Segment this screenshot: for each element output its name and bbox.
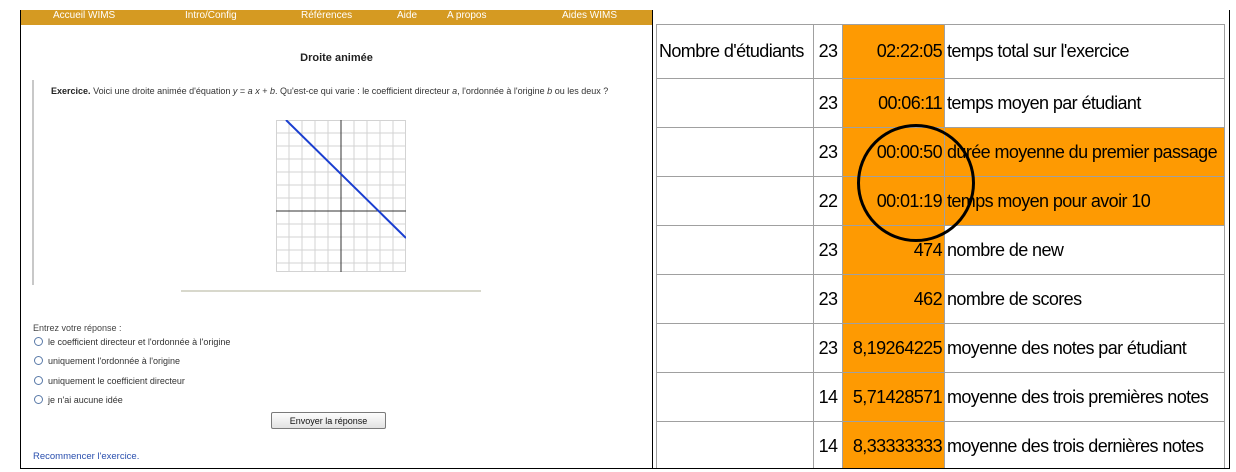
stat-value: 8,19264225 — [842, 323, 945, 373]
restart-exercise-link[interactable]: Recommencer l'exercice. — [33, 451, 139, 462]
wims-exercise-panel: Accueil WIMS Intro/Config Références Aid… — [21, 10, 652, 468]
student-count: 23 — [813, 274, 843, 324]
stat-description: moyenne des trois premières notes — [944, 372, 1225, 422]
option-intercept-only[interactable]: uniquement l'ordonnée à l'origine — [34, 356, 180, 366]
exercise-text-2: . Qu'est-ce qui varie : le coefficient d… — [274, 86, 450, 96]
stats-row: 22 00:01:19 temps moyen pour avoir 10 — [656, 176, 1225, 226]
statistics-table-body: Nombre d'étudiants 23 02:22:05 temps total … — [656, 24, 1225, 468]
stats-row: 14 5,71428571 moyenne des trois premières … — [656, 372, 1225, 422]
stats-row-label — [656, 78, 814, 128]
option-slope-only[interactable]: uniquement le coefficient directeur — [34, 376, 185, 386]
graph-separator — [181, 290, 481, 292]
eq-plus: + — [259, 86, 270, 96]
eq-equals: = — [237, 86, 248, 96]
exercise-label: Exercice. — [51, 86, 91, 96]
radio-icon[interactable] — [34, 395, 43, 404]
submit-answer-button[interactable]: Envoyer la réponse — [271, 412, 386, 429]
stats-row-label — [656, 274, 814, 324]
stat-description: moyenne des trois dernières notes — [944, 421, 1225, 468]
stats-row-label — [656, 421, 814, 468]
stat-description: temps moyen par étudiant — [944, 78, 1225, 128]
option-label: je n'ai aucune idée — [48, 395, 123, 405]
exercise-text-1: Voici une droite animée d'équation — [93, 86, 231, 96]
stats-row-label — [656, 176, 814, 226]
student-count: 14 — [813, 372, 843, 422]
stats-row: 23 8,19264225 moyenne des notes par étudia… — [656, 323, 1225, 373]
stats-row: 23 474 nombre de new — [656, 225, 1225, 275]
exercise-side-bar — [32, 80, 34, 285]
student-count: 23 — [813, 24, 843, 79]
stat-value: 02:22:05 — [842, 24, 945, 79]
stat-value: 8,33333333 — [842, 421, 945, 468]
page-title: Droite animée — [300, 52, 373, 64]
exercise-text-4: ou les deux ? — [554, 86, 609, 96]
stat-value: 00:06:11 — [842, 78, 945, 128]
nav-a-propos[interactable]: A propos — [447, 10, 486, 21]
students-header-label: Nombre d'étudiants — [656, 24, 814, 79]
stat-value: 00:00:50 — [842, 127, 945, 177]
radio-icon[interactable] — [34, 337, 43, 346]
stats-row: 23 00:06:11 temps moyen par étudiant — [656, 78, 1225, 128]
option-both[interactable]: le coefficient directeur et l'ordonnée à… — [34, 337, 230, 347]
exercise-text-3: , l'ordonnée à l'origine — [457, 86, 545, 96]
stat-value: 474 — [842, 225, 945, 275]
stat-description: nombre de new — [944, 225, 1225, 275]
radio-icon[interactable] — [34, 356, 43, 365]
stat-value: 00:01:19 — [842, 176, 945, 226]
stats-row: Nombre d'étudiants 23 02:22:05 temps total … — [656, 24, 1225, 79]
option-label: uniquement l'ordonnée à l'origine — [48, 356, 181, 366]
nav-accueil-wims[interactable]: Accueil WIMS — [53, 10, 115, 21]
stat-description: nombre de scores — [944, 274, 1225, 324]
stat-description: durée moyenne du premier passage — [944, 127, 1225, 177]
student-count: 23 — [813, 78, 843, 128]
student-count: 23 — [813, 127, 843, 177]
text-b: b — [547, 86, 553, 96]
stat-description: moyenne des notes par étudiant — [944, 323, 1225, 373]
animated-line-graph — [276, 120, 406, 272]
stats-row-label — [656, 225, 814, 275]
stats-row-label — [656, 127, 814, 177]
student-count: 23 — [813, 323, 843, 373]
student-count: 23 — [813, 225, 843, 275]
nav-aide[interactable]: Aide — [397, 10, 417, 21]
student-count: 14 — [813, 421, 843, 468]
nav-intro-config[interactable]: Intro/Config — [185, 10, 237, 21]
stat-description: temps moyen pour avoir 10 — [944, 176, 1225, 226]
stat-value: 462 — [842, 274, 945, 324]
option-label: le coefficient directeur et l'ordonnée à… — [48, 337, 231, 347]
nav-aides-wims[interactable]: Aides WIMS — [562, 10, 617, 21]
animated-line — [285, 120, 406, 239]
stats-row: 14 8,33333333 moyenne des trois dernières … — [656, 421, 1225, 468]
student-count: 22 — [813, 176, 843, 226]
stats-row: 23 00:00:50 durée moyenne du premier passa… — [656, 127, 1225, 177]
stats-row: 23 462 nombre de scores — [656, 274, 1225, 324]
stats-row-label — [656, 323, 814, 373]
option-label: uniquement le coefficient directeur — [48, 376, 185, 386]
option-no-idea[interactable]: je n'ai aucune idée — [34, 395, 123, 405]
stat-description: temps total sur l'exercice — [944, 24, 1225, 79]
wims-navbar: Accueil WIMS Intro/Config Références Aid… — [21, 10, 652, 25]
statistics-panel: Nombre d'étudiants 23 02:22:05 temps total … — [653, 10, 1229, 468]
eq-x: x — [252, 86, 260, 96]
exercise-statement: Exercice. Voici une droite animée d'équa… — [51, 84, 641, 98]
stat-value: 5,71428571 — [842, 372, 945, 422]
radio-icon[interactable] — [34, 376, 43, 385]
answer-prompt: Entrez votre réponse : — [33, 323, 122, 333]
statistics-table: Nombre d'étudiants 23 02:22:05 temps total … — [656, 24, 1225, 468]
stats-row-label — [656, 372, 814, 422]
nav-references[interactable]: Références — [301, 10, 352, 21]
